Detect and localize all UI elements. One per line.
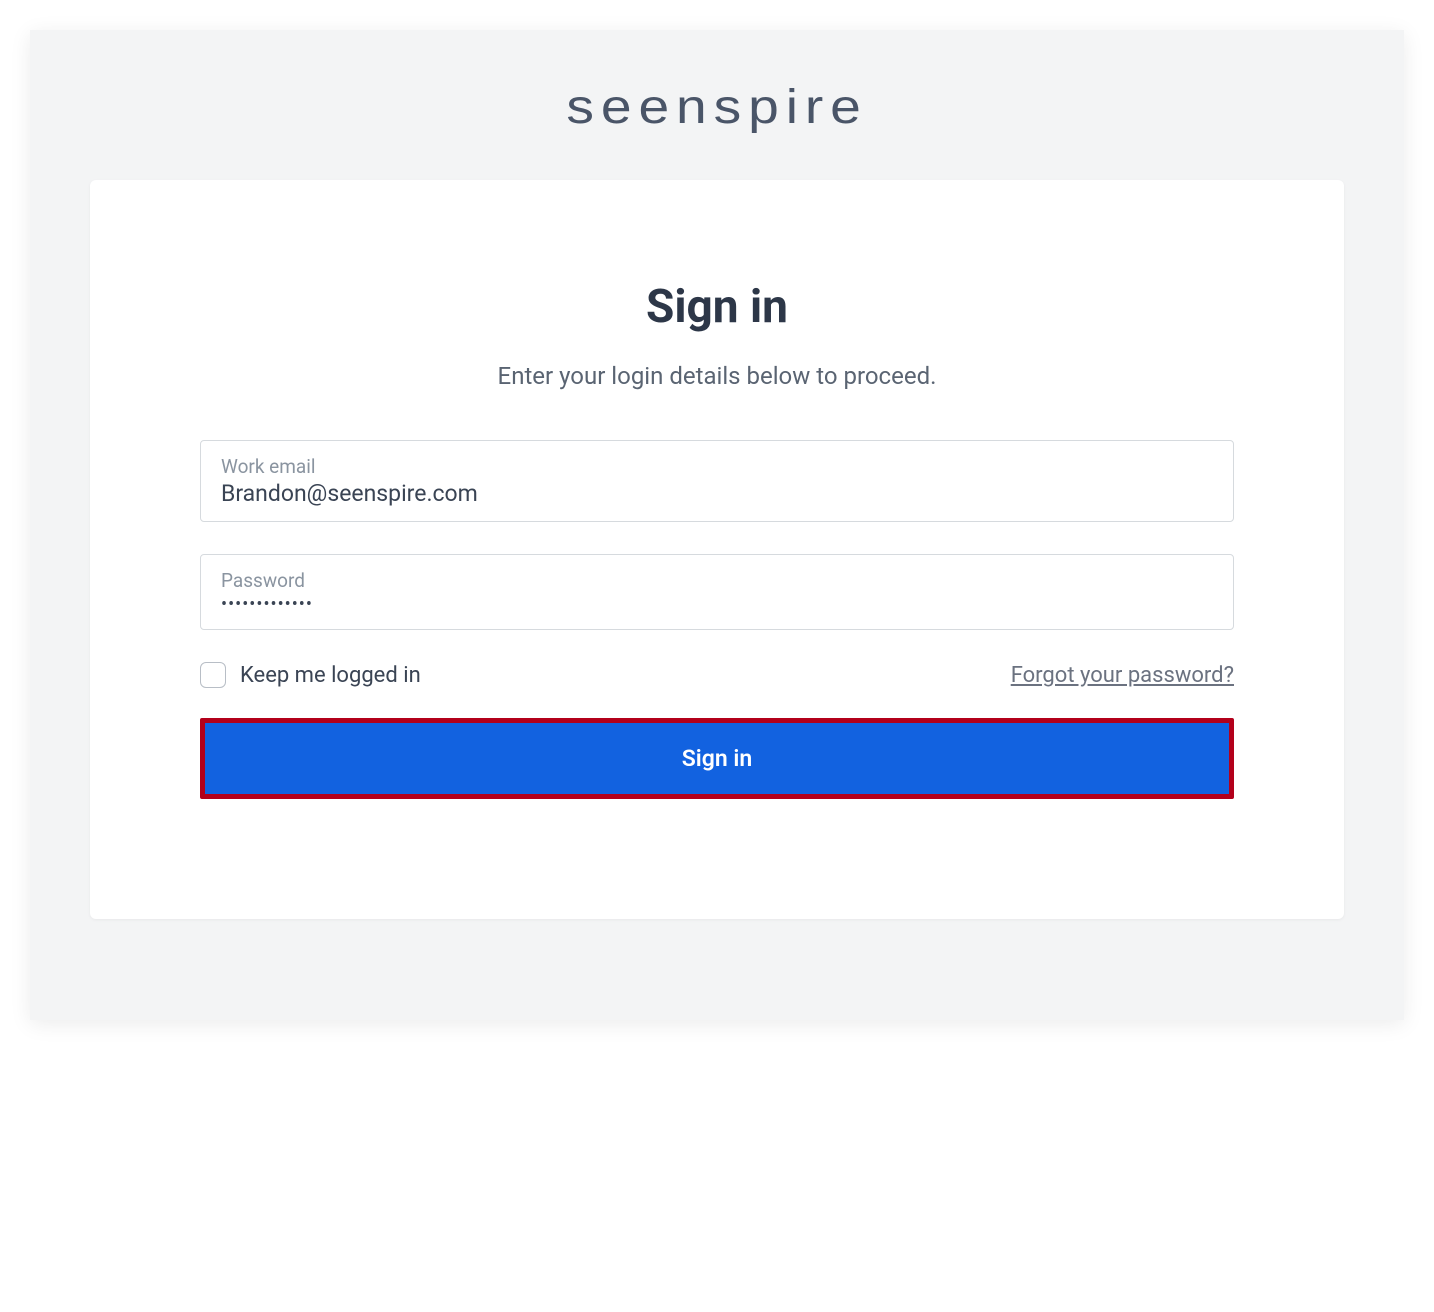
keep-logged-wrap[interactable]: Keep me logged in <box>200 662 421 688</box>
keep-logged-checkbox[interactable] <box>200 662 226 688</box>
password-input[interactable] <box>221 594 1213 615</box>
signin-card: Sign in Enter your login details below t… <box>90 180 1344 919</box>
password-field-wrap[interactable]: Password <box>200 554 1234 630</box>
page-title: Sign in <box>200 280 1234 334</box>
password-label: Password <box>221 569 1213 592</box>
keep-logged-label: Keep me logged in <box>240 663 421 688</box>
email-label: Work email <box>221 455 1213 478</box>
email-field-wrap[interactable]: Work email <box>200 440 1234 522</box>
email-input[interactable] <box>221 480 1213 507</box>
options-row: Keep me logged in Forgot your password? <box>200 662 1234 688</box>
logo-wrap: seenspire <box>90 80 1344 135</box>
forgot-password-link[interactable]: Forgot your password? <box>1011 663 1234 688</box>
submit-highlight: Sign in <box>200 718 1234 799</box>
signin-button[interactable]: Sign in <box>205 723 1229 794</box>
page-container: seenspire Sign in Enter your login detai… <box>30 30 1404 1020</box>
brand-logo: seenspire <box>566 80 867 135</box>
page-subtitle: Enter your login details below to procee… <box>200 362 1234 390</box>
